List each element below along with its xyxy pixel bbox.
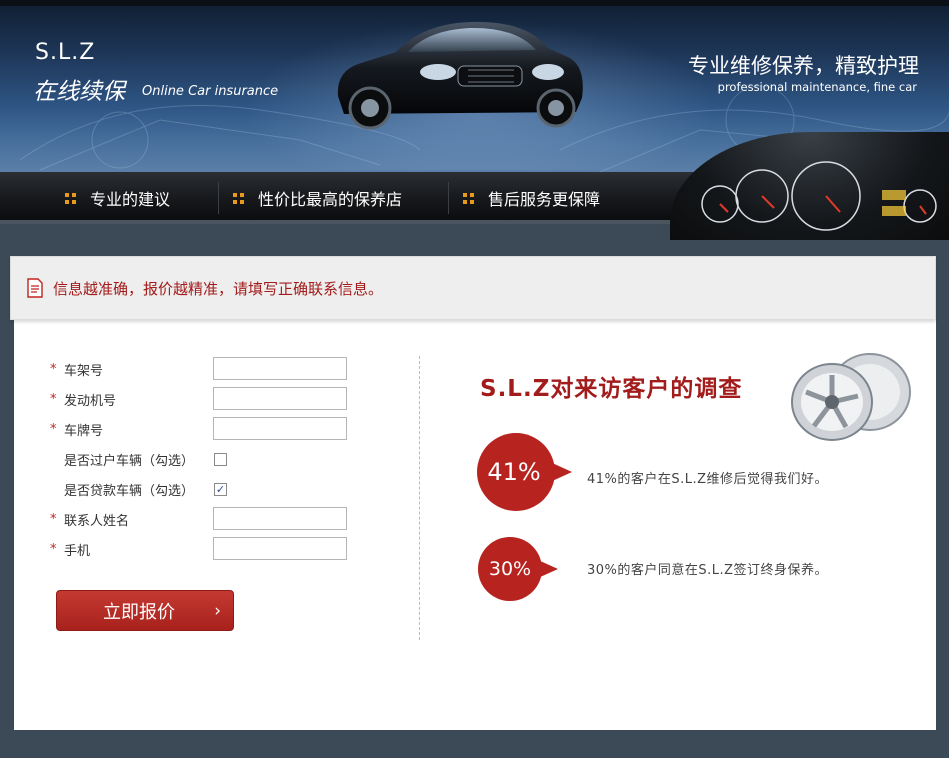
document-icon xyxy=(27,278,43,298)
nav-divider xyxy=(218,182,219,214)
slogan-en: professional maintenance, fine car xyxy=(717,80,917,94)
nav-item-after-sales[interactable]: 售后服务更保障 xyxy=(462,172,600,224)
notice-text: 信息越准确，报价越精准，请填写正确联系信息。 xyxy=(53,279,384,298)
get-quote-button[interactable]: 立即报价 › xyxy=(56,590,234,631)
stat-percent: 30% xyxy=(488,558,532,580)
wheel-rims-image xyxy=(791,353,911,441)
brand-name: S.L.Z xyxy=(35,40,96,65)
required-mark: * xyxy=(50,511,57,527)
form-row-engine-number: * 发动机号 xyxy=(50,387,116,411)
survey-title: S.L.Z对来访客户的调查 xyxy=(480,376,743,402)
frame-number-input[interactable] xyxy=(213,357,347,380)
required-mark: * xyxy=(50,361,57,377)
stat-percent: 41% xyxy=(487,458,541,486)
form-row-plate-number: * 车牌号 xyxy=(50,417,103,441)
form-row-loan: 是否贷款车辆（勾选） xyxy=(50,477,194,501)
stat-bubble-41: 41% xyxy=(476,432,572,512)
field-label: 是否贷款车辆（勾选） xyxy=(64,483,195,499)
form-row-mobile: * 手机 xyxy=(50,537,90,561)
required-mark: * xyxy=(50,391,57,407)
required-mark: * xyxy=(50,421,57,437)
field-label: 手机 xyxy=(64,543,91,559)
car-image xyxy=(337,21,583,130)
contact-name-input[interactable] xyxy=(213,507,347,530)
required-mark: * xyxy=(50,541,57,557)
chevron-right-icon: › xyxy=(214,601,221,621)
mobile-input[interactable] xyxy=(213,537,347,560)
field-label: 车牌号 xyxy=(64,423,104,439)
field-label: 车架号 xyxy=(64,363,104,379)
loan-checkbox[interactable]: ✓ xyxy=(214,483,227,496)
nav-item-advice[interactable]: 专业的建议 xyxy=(64,172,170,224)
stat-bubble-30: 30% xyxy=(476,536,558,616)
nav-item-best-shop[interactable]: 性价比最高的保养店 xyxy=(232,172,402,224)
transferred-checkbox[interactable] xyxy=(214,453,227,466)
field-label: 发动机号 xyxy=(64,393,117,409)
section-divider xyxy=(419,356,420,640)
grid-dots-icon xyxy=(64,191,78,205)
nav-label: 售后服务更保障 xyxy=(488,190,601,209)
nav-divider xyxy=(448,182,449,214)
main-card: 信息越准确，报价越精准，请填写正确联系信息。 * 车架号 * 发动机号 * 车牌… xyxy=(10,256,936,730)
stat-text: 41%的客户在S.L.Z维修后觉得我们好。 xyxy=(587,472,829,487)
form-row-contact-name: * 联系人姓名 xyxy=(50,507,129,531)
form-row-transferred: 是否过户车辆（勾选） xyxy=(50,447,194,471)
brand-en: Online Car insurance xyxy=(142,84,279,99)
grid-dots-icon xyxy=(232,191,246,205)
slogan-cn: 专业维修保养，精致护理 xyxy=(688,54,919,78)
field-label: 联系人姓名 xyxy=(64,513,130,529)
form-row-frame-number: * 车架号 xyxy=(50,357,103,381)
nav-label: 性价比最高的保养店 xyxy=(258,190,403,209)
notice-bar: 信息越准确，报价越精准，请填写正确联系信息。 xyxy=(10,256,936,320)
brand-cn: 在线续保 xyxy=(33,79,125,105)
plate-number-input[interactable] xyxy=(213,417,347,440)
field-label: 是否过户车辆（勾选） xyxy=(64,453,195,469)
get-quote-label: 立即报价 xyxy=(103,601,175,623)
grid-dots-icon xyxy=(462,191,476,205)
gauge-icon xyxy=(701,161,937,231)
engine-number-input[interactable] xyxy=(213,387,347,410)
check-icon: ✓ xyxy=(215,483,226,496)
nav-label: 专业的建议 xyxy=(90,190,171,209)
dashboard-gauges xyxy=(670,132,949,240)
stat-text: 30%的客户同意在S.L.Z签订终身保养。 xyxy=(587,563,829,578)
